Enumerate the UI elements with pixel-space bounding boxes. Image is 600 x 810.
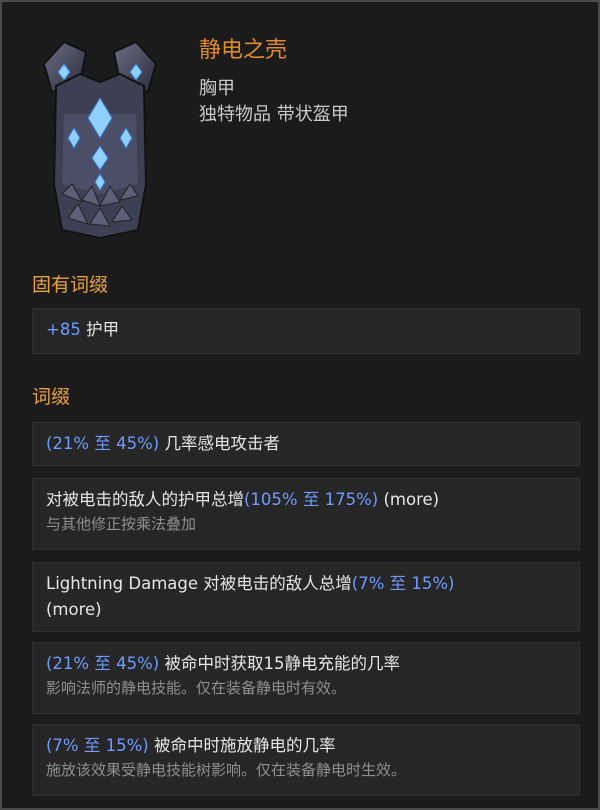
armor-value: +85	[46, 320, 81, 339]
affix-range: (7% 至 15%)	[46, 736, 149, 755]
implicit-heading: 固有词缀	[32, 274, 109, 296]
chest-armor-icon	[42, 40, 158, 240]
item-tooltip: 静电之壳 胸甲 独特物品 带状盔甲 固有词缀 +85 护甲 词缀 (21% 至 …	[0, 0, 600, 810]
affix-note: 施放该效果受静电技能树影响。仅在装备静电时生效。	[46, 761, 407, 779]
affix-row: (7% 至 15%) 被命中时施放静电的几率 施放该效果受静电技能树影响。仅在装…	[32, 724, 580, 796]
armor-label: 护甲	[86, 320, 120, 339]
affix-row: (21% 至 45%) 被命中时获取15静电充能的几率 影响法师的静电技能。仅在…	[32, 642, 580, 714]
item-name: 静电之壳	[199, 38, 288, 63]
affix-range: (105% 至 175%)	[244, 490, 379, 509]
affix-tag: (more)	[383, 490, 440, 509]
affix-note: 与其他修正按乘法叠加	[46, 515, 197, 533]
affix-row: Lightning Damage 对被电击的敌人总增(7% 至 15%) (mo…	[32, 562, 580, 632]
affix-text: 被命中时施放静电的几率	[153, 736, 336, 755]
implicit-row: +85 护甲	[32, 308, 580, 354]
affix-text: 对被电击的敌人的护甲总增	[46, 490, 244, 509]
affix-range: (21% 至 45%)	[46, 434, 160, 453]
affix-tag: (more)	[46, 600, 102, 619]
affix-range: (7% 至 15%)	[351, 574, 455, 593]
affix-note: 影响法师的静电技能。仅在装备静电时有效。	[46, 679, 347, 697]
affix-row: 对被电击的敌人的护甲总增(105% 至 175%) (more) 与其他修正按乘…	[32, 478, 580, 550]
affix-text: 被命中时获取15静电充能的几率	[164, 654, 400, 673]
affix-text: Lightning Damage 对被电击的敌人总增	[46, 574, 352, 593]
affix-text: 几率感电攻击者	[164, 434, 280, 453]
item-rarity-type: 独特物品 带状盔甲	[199, 104, 349, 125]
item-slot: 胸甲	[199, 78, 235, 99]
affix-heading: 词缀	[32, 386, 71, 408]
affix-row: (21% 至 45%) 几率感电攻击者	[32, 422, 580, 466]
affix-range: (21% 至 45%)	[46, 654, 160, 673]
